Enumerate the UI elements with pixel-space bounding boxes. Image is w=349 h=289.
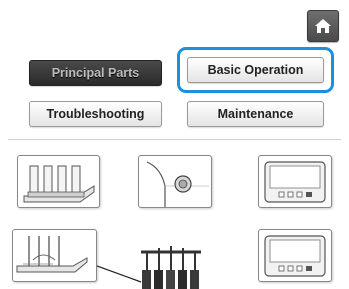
knob-icon [146,161,209,207]
lcd-panel-thumb-2[interactable] [258,229,332,282]
display-panel-icon [264,161,326,203]
spool-stand-icon [23,165,95,203]
lcd-panel-thumb-1[interactable] [258,155,332,208]
leader-line [97,265,142,283]
maintenance-button[interactable]: Maintenance [187,101,324,127]
home-button[interactable] [307,10,339,42]
spool-pins-thumb[interactable] [12,229,97,282]
spool-stand-icon [141,246,201,289]
highlight-frame [177,47,334,93]
spool-pins-icon [16,236,88,273]
section-divider [8,139,341,140]
spool-illustration [97,246,201,289]
side-knob-thumb[interactable] [138,155,212,208]
principal-parts-button[interactable]: Principal Parts [29,60,162,86]
home-icon [315,19,331,33]
display-panel-icon [264,235,326,277]
troubleshooting-button[interactable]: Troubleshooting [29,101,162,127]
thread-spool-stand-thumb[interactable] [17,155,100,208]
